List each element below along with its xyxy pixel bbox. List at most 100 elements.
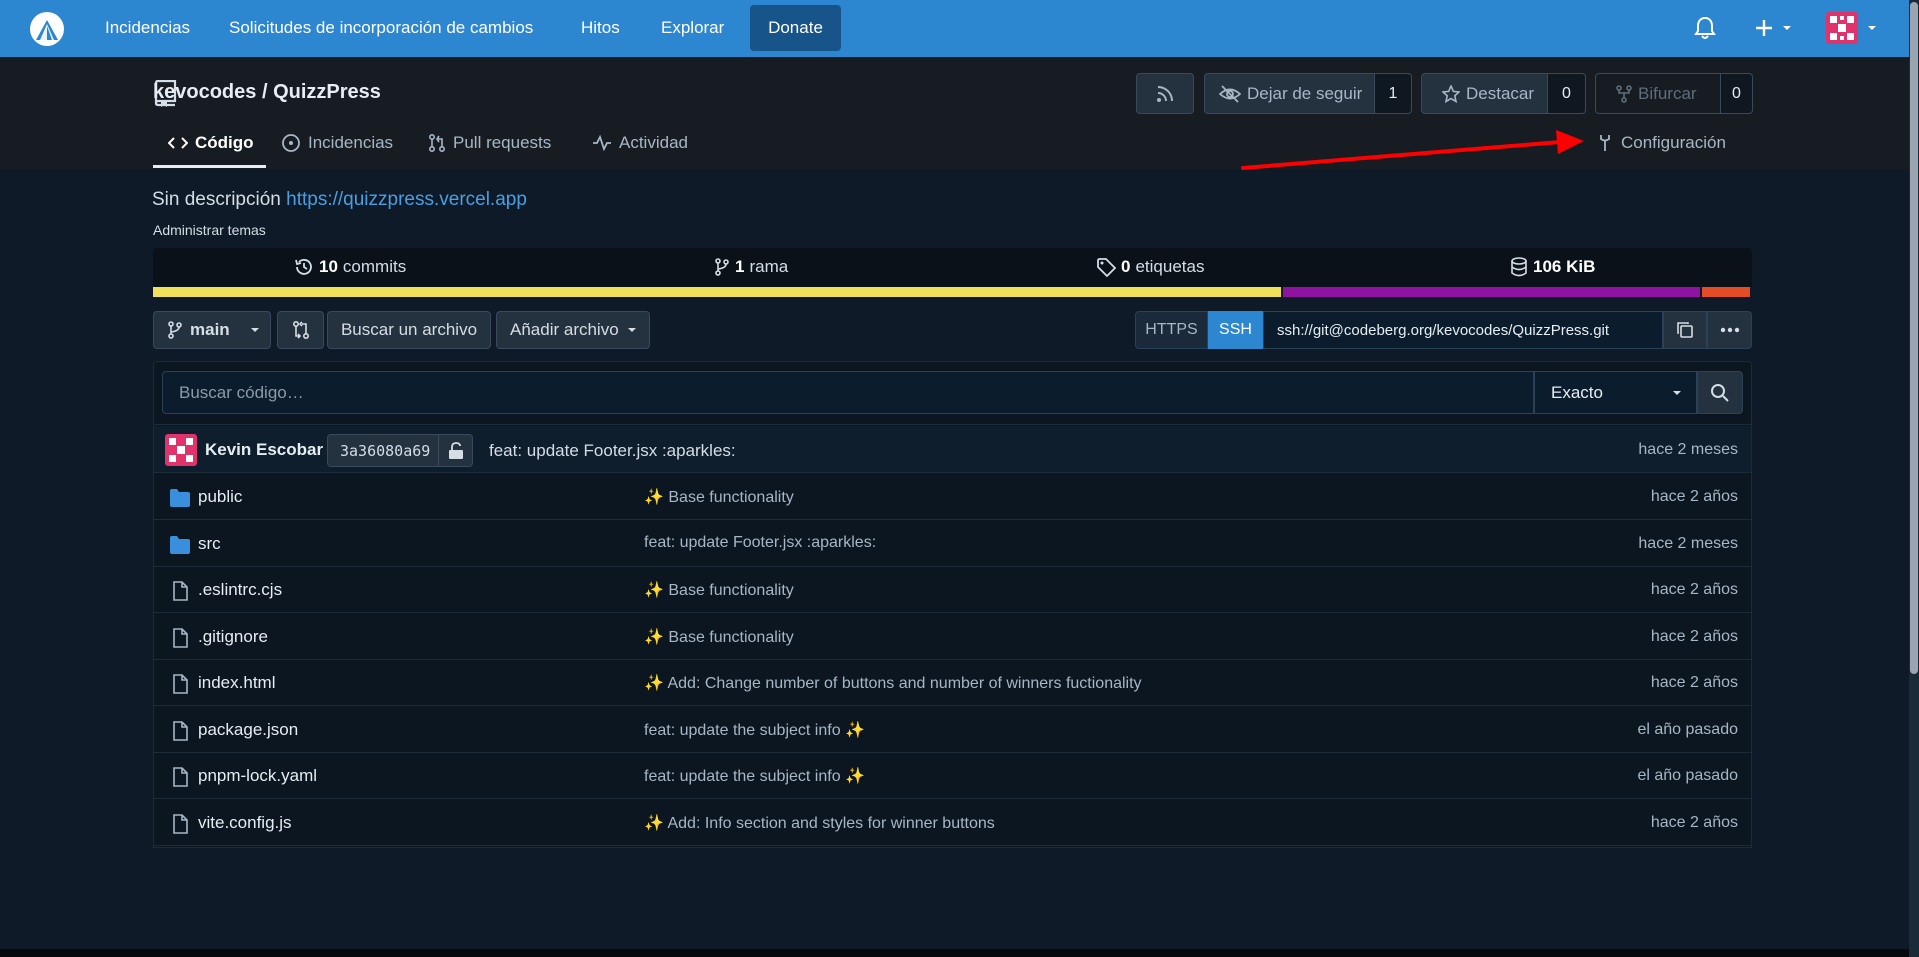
commits-count: 10 <box>319 257 338 276</box>
eye-slash-icon <box>1219 84 1241 103</box>
fork-label: Bifurcar <box>1638 83 1697 103</box>
language-segment[interactable] <box>153 287 1282 297</box>
language-bar[interactable] <box>153 287 1752 297</box>
size-stat: 106 KiB <box>1510 257 1595 277</box>
kebab-horizontal-icon <box>1720 327 1739 333</box>
copy-url-button[interactable] <box>1663 311 1707 349</box>
tab-code[interactable]: Código <box>168 133 254 153</box>
codeberg-logo-icon[interactable] <box>28 10 66 48</box>
file-icon <box>173 674 188 694</box>
language-segment[interactable] <box>1283 287 1701 297</box>
bottom-edge <box>0 949 1909 957</box>
search-mode-value: Exacto <box>1551 382 1603 402</box>
file-row <box>154 707 1751 753</box>
pull-request-icon <box>428 133 446 153</box>
branch-selector[interactable]: main <box>153 311 271 349</box>
compare-button[interactable] <box>277 311 324 349</box>
watch-count[interactable]: 1 <box>1374 73 1412 114</box>
nav-hitos[interactable]: Hitos <box>581 18 620 38</box>
manage-topics-link[interactable]: Administrar temas <box>153 222 266 238</box>
file-icon <box>173 628 188 648</box>
tab-settings[interactable]: Configuración <box>1596 133 1726 153</box>
avatar <box>1826 12 1876 44</box>
more-options-button[interactable] <box>1707 311 1752 349</box>
tab-issues[interactable]: Incidencias <box>281 133 393 153</box>
folder-icon <box>170 489 190 507</box>
file-name-link[interactable]: index.html <box>198 673 275 693</box>
file-row <box>154 474 1751 520</box>
commit-message[interactable]: feat: update Footer.jsx :aparkles: <box>489 441 736 461</box>
chevron-down-icon <box>250 328 259 332</box>
tab-activity[interactable]: Actividad <box>592 133 688 153</box>
tab-pull-requests[interactable]: Pull requests <box>428 133 551 153</box>
tab-activity-label: Actividad <box>619 133 688 152</box>
description-text: Sin descripción <box>152 189 281 210</box>
fork-count[interactable]: 0 <box>1720 73 1753 114</box>
commit-sha: 3a36080a69 <box>340 441 431 460</box>
tab-issues-label: Incidencias <box>308 133 394 152</box>
add-file-button[interactable]: Añadir archivo <box>496 311 650 349</box>
bell-icon[interactable] <box>1694 16 1716 40</box>
file-name-link[interactable]: .eslintrc.cjs <box>198 580 282 600</box>
scrollbar-thumb[interactable] <box>1910 2 1918 674</box>
file-commit-message[interactable]: ✨ Base functionality <box>644 487 794 507</box>
website-link[interactable]: https://quizzpress.vercel.app <box>286 189 527 210</box>
wrench-icon <box>1600 135 1610 151</box>
star-icon <box>1442 84 1460 103</box>
branches-stat[interactable]: 1 rama <box>714 257 788 277</box>
author-avatar[interactable] <box>165 434 197 466</box>
file-row <box>154 567 1751 613</box>
file-commit-message[interactable]: feat: update the subject info ✨ <box>644 766 865 786</box>
create-menu[interactable] <box>1755 14 1795 42</box>
copy-icon <box>1677 322 1693 338</box>
branch-name: main <box>190 320 230 339</box>
repo-name-link[interactable]: QuizzPress <box>273 81 381 103</box>
clone-url-input[interactable]: ssh://git@codeberg.org/kevocodes/QuizzPr… <box>1263 311 1663 349</box>
commits-stat[interactable]: 10 commits <box>294 257 406 277</box>
search-mode-select[interactable]: Exacto <box>1534 371 1697 414</box>
unwatch-button[interactable]: Dejar de seguir <box>1204 73 1375 114</box>
file-commit-message[interactable]: ✨ Add: Change number of buttons and numb… <box>644 673 1142 693</box>
search-button[interactable] <box>1697 371 1743 414</box>
https-toggle[interactable]: HTTPS <box>1135 311 1208 349</box>
file-name-link[interactable]: pnpm-lock.yaml <box>198 766 317 786</box>
file-commit-message[interactable]: ✨ Add: Info section and styles for winne… <box>644 813 995 833</box>
code-search-input[interactable]: Buscar código… <box>162 371 1534 414</box>
donate-button[interactable]: Donate <box>750 5 841 51</box>
nav-explorar[interactable]: Explorar <box>661 18 724 38</box>
commit-author[interactable]: Kevin Escobar <box>205 440 323 460</box>
star-button[interactable]: Destacar <box>1421 73 1548 114</box>
tags-stat[interactable]: 0 etiquetas <box>1096 257 1204 277</box>
file-name-link[interactable]: src <box>198 534 221 554</box>
language-segment[interactable] <box>1702 287 1750 297</box>
database-icon <box>1511 257 1527 277</box>
unlock-icon <box>448 441 463 459</box>
file-name-link[interactable]: .gitignore <box>198 627 268 647</box>
tags-count: 0 <box>1121 257 1131 276</box>
ssh-toggle[interactable]: SSH <box>1208 311 1263 349</box>
file-commit-message[interactable]: feat: update the subject info ✨ <box>644 720 865 740</box>
file-commit-message[interactable]: ✨ Base functionality <box>644 627 794 647</box>
file-name-link[interactable]: vite.config.js <box>198 813 292 833</box>
file-name-link[interactable]: public <box>198 487 242 507</box>
fork-button[interactable]: Bifurcar <box>1595 73 1721 114</box>
add-file-label: Añadir archivo <box>510 320 619 339</box>
file-commit-time: hace 2 años <box>1650 628 1738 645</box>
file-commit-message[interactable]: feat: update Footer.jsx :aparkles: <box>644 534 876 552</box>
plus-icon <box>1756 20 1791 36</box>
commit-sha-button[interactable]: 3a36080a69 <box>327 434 474 467</box>
nav-solicitudes[interactable]: Solicitudes de incorporación de cambios <box>229 18 533 38</box>
file-row <box>154 521 1751 567</box>
file-icon <box>173 767 188 787</box>
file-commit-message[interactable]: ✨ Base functionality <box>644 580 794 600</box>
find-file-button[interactable]: Buscar un archivo <box>327 311 491 349</box>
star-count[interactable]: 0 <box>1547 73 1586 114</box>
active-tab-indicator <box>153 165 266 168</box>
file-name-link[interactable]: package.json <box>198 720 298 740</box>
nav-incidencias[interactable]: Incidencias <box>105 18 190 38</box>
unsigned-commit-badge[interactable] <box>438 435 472 466</box>
file-icon <box>173 814 188 834</box>
rss-feed-button[interactable] <box>1136 73 1194 114</box>
user-menu[interactable] <box>1826 12 1882 44</box>
repo-owner-link[interactable]: kevocodes <box>153 81 256 103</box>
